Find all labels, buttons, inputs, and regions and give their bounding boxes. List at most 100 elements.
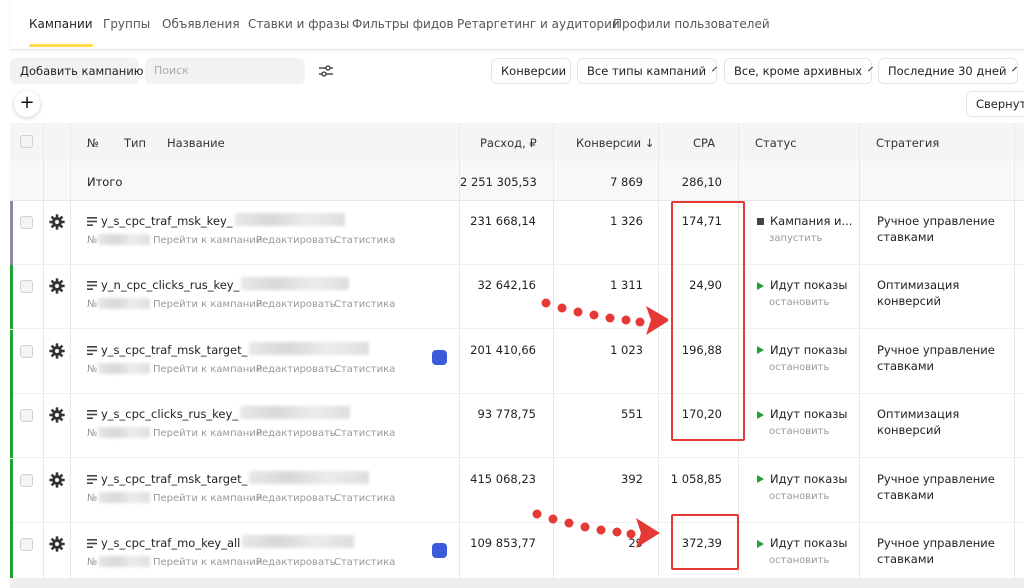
row-checkbox[interactable]: [20, 216, 33, 229]
row-checkbox[interactable]: [20, 473, 33, 487]
table-row[interactable]: y_n_cpc_clicks_rus_key_ № Перейти к камп…: [10, 265, 1024, 330]
edit-link[interactable]: Редактировать: [256, 493, 336, 504]
campaign-number: №: [87, 492, 98, 504]
status-text: Идут показы: [757, 536, 847, 550]
add-button[interactable]: +: [14, 91, 40, 117]
campaign-name[interactable]: y_n_cpc_clicks_rus_key_: [101, 278, 239, 292]
goto-campaign-link[interactable]: Перейти к кампании: [153, 493, 262, 504]
goto-campaign-link[interactable]: Перейти к кампании: [153, 235, 262, 246]
goto-campaign-link[interactable]: Перейти к кампании: [153, 428, 262, 439]
col-name[interactable]: Название: [167, 136, 225, 150]
goto-campaign-link[interactable]: Перейти к кампании: [153, 299, 262, 310]
redacted-id: [235, 213, 345, 226]
tab-feed-filters[interactable]: Фильтры фидов: [352, 17, 454, 31]
campaign-name[interactable]: y_s_cpc_traf_mo_key_all: [101, 536, 240, 550]
filter-settings-icon[interactable]: [313, 58, 339, 84]
row-checkbox[interactable]: [20, 280, 33, 294]
campaign-name[interactable]: y_s_cpc_traf_msk_key_: [101, 214, 233, 228]
tab-bids[interactable]: Ставки и фразы: [248, 17, 349, 31]
period-select[interactable]: Последние 30 дней: [878, 58, 1018, 84]
col-spend[interactable]: Расход, ₽: [480, 136, 537, 150]
gear-icon[interactable]: [48, 535, 66, 553]
campaign-type-icon: [87, 281, 97, 291]
gear-icon[interactable]: [48, 213, 66, 231]
status-action-link[interactable]: запустить: [769, 233, 822, 244]
tab-retargeting[interactable]: Ретаргетинг и аудитории: [457, 17, 620, 31]
table-row[interactable]: y_s_cpc_clicks_rus_key_ № Перейти к камп…: [10, 394, 1024, 459]
statistics-link[interactable]: Статистика: [334, 235, 395, 246]
tab-groups[interactable]: Группы: [103, 17, 150, 31]
row-checkbox[interactable]: [20, 538, 33, 551]
play-icon: [757, 281, 764, 290]
col-number[interactable]: №: [87, 136, 99, 150]
status-text: Кампания и...: [757, 214, 852, 228]
statistics-link[interactable]: Статистика: [334, 493, 395, 504]
horizontal-scrollbar[interactable]: [10, 578, 1024, 588]
tab-user-profiles[interactable]: Профили пользователей: [613, 17, 770, 31]
status-label: Идут показы: [770, 471, 848, 486]
status-text: Идут показы: [757, 343, 847, 357]
col-strategy[interactable]: Стратегия: [876, 136, 939, 150]
redacted-id: [241, 277, 349, 291]
add-campaign-button[interactable]: Добавить кампанию: [10, 58, 143, 84]
edit-link[interactable]: Редактировать: [256, 364, 336, 375]
status-action-link[interactable]: остановить: [769, 297, 829, 308]
goto-campaign-link[interactable]: Перейти к кампании: [153, 557, 262, 568]
tab-ads[interactable]: Объявления: [162, 17, 240, 31]
campaign-name[interactable]: y_s_cpc_clicks_rus_key_: [101, 407, 238, 421]
status-action-link[interactable]: остановить: [769, 426, 829, 437]
status-text: Идут показы: [757, 472, 847, 486]
collapse-button[interactable]: Свернуть: [966, 91, 1024, 117]
col-status[interactable]: Статус: [755, 136, 797, 150]
campaign-number: №: [87, 363, 98, 375]
statistics-link[interactable]: Статистика: [334, 557, 395, 568]
tab-campaigns[interactable]: Кампании: [29, 17, 93, 31]
redacted-number: [98, 491, 150, 503]
status-text: Идут показы: [757, 407, 847, 421]
campaign-type-icon: [87, 217, 97, 226]
status-label: Идут показы: [770, 278, 848, 293]
select-all-checkbox[interactable]: [20, 135, 33, 148]
table-row[interactable]: y_s_cpc_traf_msk_target_ № Перейти к кам…: [10, 329, 1024, 394]
edit-link[interactable]: Редактировать: [256, 428, 336, 439]
status-text: Идут показы: [757, 278, 847, 292]
table-row[interactable]: y_s_cpc_traf_msk_key_ № Перейти к кампан…: [10, 201, 1024, 265]
gear-icon[interactable]: [48, 342, 66, 360]
edit-link[interactable]: Редактировать: [256, 299, 336, 310]
search-input[interactable]: Поиск: [145, 58, 305, 84]
conversions-value: 1 326: [610, 214, 643, 228]
col-type[interactable]: Тип: [124, 136, 146, 150]
strategy-text: Ручное управление ставками: [877, 342, 995, 373]
statistics-link[interactable]: Статистика: [334, 428, 395, 439]
statistics-link[interactable]: Статистика: [334, 299, 395, 310]
redacted-id: [249, 470, 369, 484]
gear-icon[interactable]: [48, 471, 66, 489]
campaign-type-select[interactable]: Все типы кампаний: [577, 58, 718, 84]
status-action-link[interactable]: остановить: [769, 491, 829, 502]
status-label: Идут показы: [770, 536, 848, 550]
col-cpa[interactable]: CPA: [693, 136, 715, 150]
row-checkbox[interactable]: [20, 409, 33, 423]
col-conversions[interactable]: Конверсии ↓: [576, 136, 654, 150]
campaign-name[interactable]: y_s_cpc_traf_msk_target_: [101, 343, 247, 357]
goto-campaign-link[interactable]: Перейти к кампании: [153, 364, 262, 375]
campaign-number: №: [87, 428, 98, 440]
active-tab-indicator: [29, 44, 93, 47]
status-action-link[interactable]: остановить: [769, 362, 829, 373]
edit-link[interactable]: Редактировать: [256, 557, 336, 568]
play-icon: [757, 346, 764, 355]
autotarget-badge-icon: [432, 349, 447, 365]
gear-icon[interactable]: [48, 277, 66, 295]
spend-value: 93 778,75: [477, 407, 536, 422]
gear-icon[interactable]: [48, 406, 66, 424]
campaign-name[interactable]: y_s_cpc_traf_msk_target_: [101, 472, 247, 486]
row-checkbox[interactable]: [20, 344, 33, 358]
conversions-button[interactable]: Конверсии: [491, 58, 571, 84]
table-row[interactable]: y_s_cpc_traf_msk_target_ № Перейти к кам…: [10, 458, 1024, 523]
tab-bar: Кампании Группы Объявления Ставки и фраз…: [10, 0, 1024, 50]
archive-filter-select[interactable]: Все, кроме архивных: [724, 58, 874, 84]
edit-link[interactable]: Редактировать: [256, 235, 336, 246]
cpa-highlight-box: [671, 201, 745, 441]
statistics-link[interactable]: Статистика: [334, 364, 395, 375]
status-action-link[interactable]: остановить: [769, 555, 829, 566]
